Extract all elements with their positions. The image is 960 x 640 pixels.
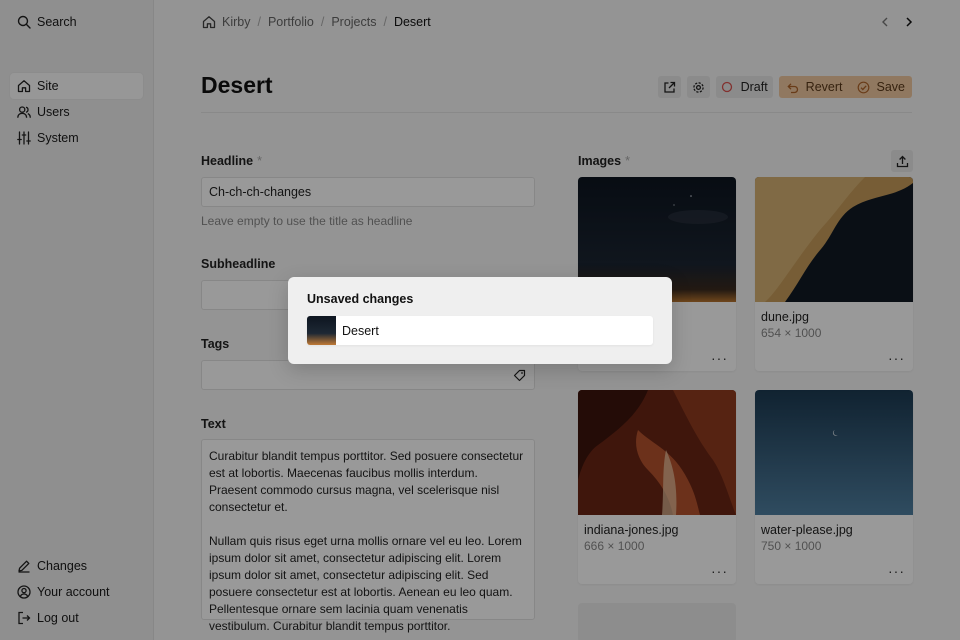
unsaved-change-item[interactable]: Desert	[307, 316, 653, 345]
unsaved-change-label: Desert	[342, 323, 379, 338]
dialog-title: Unsaved changes	[307, 292, 414, 306]
page-thumbnail	[307, 316, 336, 345]
unsaved-changes-dialog: Unsaved changes Desert	[288, 277, 672, 364]
